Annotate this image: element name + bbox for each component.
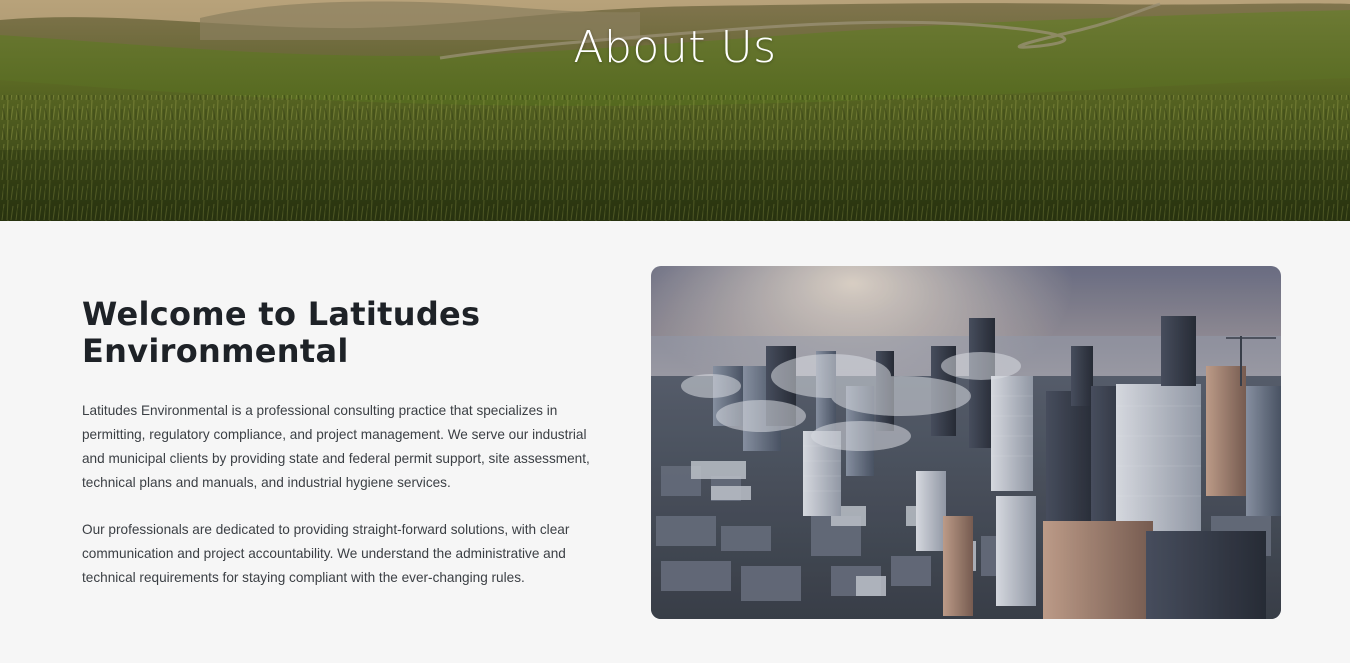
about-paragraph-1: Latitudes Environmental is a professiona… — [82, 403, 590, 490]
hero-banner: About Us — [0, 0, 1350, 221]
about-section: Welcome to Latitudes Environmental Latit… — [0, 221, 1350, 663]
city-skyline-image — [651, 266, 1281, 619]
page-title: About Us — [573, 22, 777, 73]
about-paragraph-2: Our professionals are dedicated to provi… — [82, 522, 570, 585]
welcome-heading: Welcome to Latitudes Environmental — [82, 295, 481, 370]
